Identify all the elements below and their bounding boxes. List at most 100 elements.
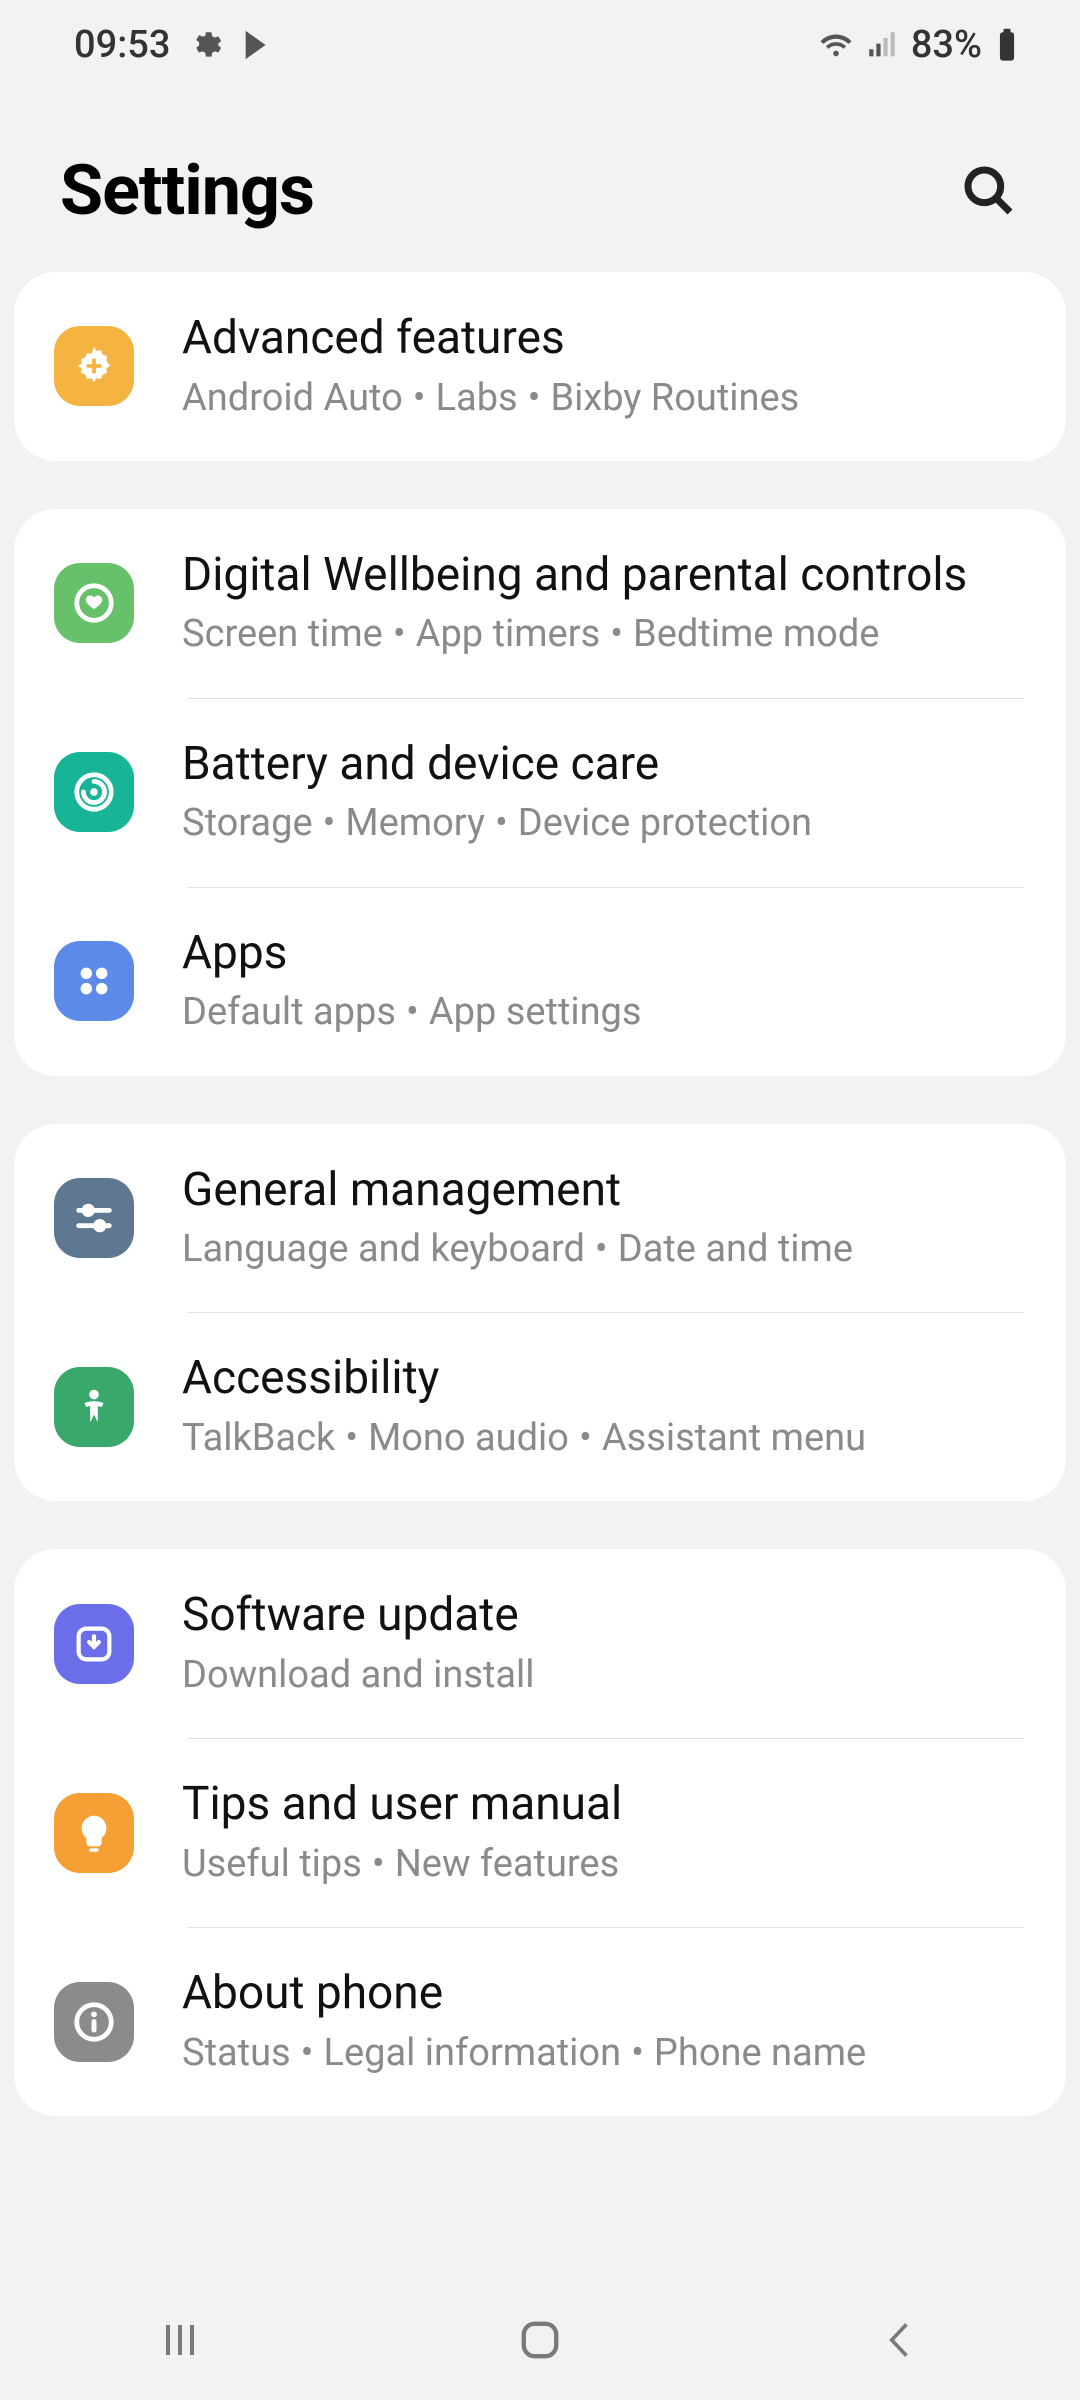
row-text: Advanced featuresAndroid Auto•Labs•Bixby… — [182, 310, 1026, 423]
row-text: Battery and device careStorage•Memory•De… — [182, 736, 1026, 849]
row-subtitle-item: Date and time — [618, 1227, 853, 1271]
row-subtitle-item: Status — [182, 2031, 291, 2075]
battery-percent: 83% — [911, 23, 982, 67]
row-text: Tips and user manual Useful tips•New feat… — [182, 1776, 1026, 1889]
row-title: Apps — [182, 925, 1026, 983]
separator-dot: • — [393, 610, 406, 659]
settings-row-about-phone[interactable]: About phoneStatus•Legal information•Phon… — [14, 1927, 1066, 2116]
row-subtitle-item: Assistant menu — [602, 1416, 866, 1460]
row-text: AccessibilityTalkBack•Mono audio•Assista… — [182, 1350, 1026, 1463]
row-subtitle: Screen time•App timers•Bedtime mode — [182, 610, 1026, 659]
settings-row-accessibility[interactable]: AccessibilityTalkBack•Mono audio•Assista… — [14, 1312, 1066, 1501]
care-icon — [54, 752, 134, 832]
row-subtitle: Default apps•App settings — [182, 988, 1026, 1037]
search-button[interactable] — [958, 160, 1020, 222]
settings-row-device-care[interactable]: Battery and device careStorage•Memory•De… — [14, 698, 1066, 887]
row-subtitle: Useful tips•New features — [182, 1840, 1026, 1889]
row-subtitle: TalkBack•Mono audio•Assistant menu — [182, 1414, 1026, 1463]
status-bar: 09:53 83% — [0, 0, 1080, 90]
signal-icon — [865, 28, 899, 62]
settings-row-apps[interactable]: Apps Default apps•App settings — [14, 887, 1066, 1076]
row-subtitle: Android Auto•Labs•Bixby Routines — [182, 374, 1026, 423]
row-text: Software update Download and install — [182, 1587, 1026, 1700]
row-subtitle-item: Default apps — [182, 990, 396, 1034]
bulb-icon — [54, 1793, 134, 1873]
row-text: Apps Default apps•App settings — [182, 925, 1026, 1038]
apps-icon — [54, 941, 134, 1021]
row-title: Tips and user manual — [182, 1776, 1026, 1834]
row-subtitle-item: Device protection — [518, 801, 812, 845]
separator-dot: • — [631, 2029, 644, 2078]
recents-button[interactable] — [100, 2300, 260, 2380]
row-subtitle-item: Bedtime mode — [633, 612, 879, 656]
row-title: About phone — [182, 1965, 1026, 2023]
separator-dot: • — [528, 374, 541, 423]
row-subtitle-item: Mono audio — [368, 1416, 569, 1460]
row-subtitle-item: New features — [395, 1842, 620, 1886]
wifi-icon — [819, 28, 853, 62]
update-icon — [54, 1604, 134, 1684]
settings-row-software-update[interactable]: Software update Download and install — [14, 1549, 1066, 1738]
wellbeing-icon — [54, 563, 134, 643]
navigation-bar — [0, 2280, 1080, 2400]
person-icon — [54, 1367, 134, 1447]
row-subtitle-item: Useful tips — [182, 1842, 362, 1886]
settings-group: Advanced featuresAndroid Auto•Labs•Bixby… — [14, 272, 1066, 461]
separator-dot: • — [323, 799, 336, 848]
settings-row-digital-wellbeing[interactable]: Digital Wellbeing and parental controls S… — [14, 509, 1066, 698]
separator-dot: • — [406, 988, 419, 1037]
row-subtitle-item: Legal information — [323, 2031, 621, 2075]
row-subtitle: Status•Legal information•Phone name — [182, 2029, 1026, 2078]
row-text: About phoneStatus•Legal information•Phon… — [182, 1965, 1026, 2078]
settings-row-general-management[interactable]: General management Language and keyboard•… — [14, 1124, 1066, 1313]
row-subtitle-item: Android Auto — [182, 376, 403, 420]
row-subtitle: Storage•Memory•Device protection — [182, 799, 1026, 848]
row-text: Digital Wellbeing and parental controls S… — [182, 547, 1026, 660]
back-button[interactable] — [820, 2300, 980, 2380]
row-subtitle-item: Memory — [345, 801, 485, 845]
settings-row-tips[interactable]: Tips and user manual Useful tips•New feat… — [14, 1738, 1066, 1927]
row-text: General management Language and keyboard•… — [182, 1162, 1026, 1275]
settings-header: Settings — [0, 90, 1080, 272]
search-icon — [961, 163, 1017, 219]
gear-icon — [188, 28, 222, 62]
separator-dot: • — [579, 1414, 592, 1463]
row-title: Battery and device care — [182, 736, 1026, 794]
battery-icon — [994, 28, 1020, 62]
row-subtitle-item: Language and keyboard — [182, 1227, 585, 1271]
separator-dot: • — [372, 1840, 385, 1889]
separator-dot: • — [495, 799, 508, 848]
settings-group: Digital Wellbeing and parental controls S… — [14, 509, 1066, 1076]
settings-group: General managementLanguage and keyboard•… — [14, 1124, 1066, 1502]
row-subtitle-item: TalkBack — [182, 1416, 335, 1460]
row-subtitle: Language and keyboard•Date and time — [182, 1225, 1026, 1274]
settings-list[interactable]: Advanced featuresAndroid Auto•Labs•Bixby… — [0, 272, 1080, 2280]
info-icon — [54, 1982, 134, 2062]
row-subtitle-item: Bixby Routines — [551, 376, 800, 420]
row-subtitle: Download and install — [182, 1651, 1026, 1700]
home-button[interactable] — [460, 2300, 620, 2380]
row-title: Advanced features — [182, 310, 1026, 368]
settings-row-advanced-features[interactable]: Advanced featuresAndroid Auto•Labs•Bixby… — [14, 272, 1066, 461]
settings-group: Software update Download and install Tips … — [14, 1549, 1066, 2116]
row-subtitle-item: Labs — [436, 376, 518, 420]
row-title: Software update — [182, 1587, 1026, 1645]
separator-dot: • — [413, 374, 426, 423]
row-subtitle-item: App timers — [416, 612, 601, 656]
row-subtitle-item: Storage — [182, 801, 313, 845]
separator-dot: • — [595, 1225, 608, 1274]
row-subtitle-item: Screen time — [182, 612, 383, 656]
sliders-icon — [54, 1178, 134, 1258]
row-subtitle-item: App settings — [429, 990, 642, 1034]
page-title: Settings — [60, 150, 314, 232]
separator-dot: • — [610, 610, 623, 659]
row-title: Digital Wellbeing and parental controls — [182, 547, 1026, 605]
separator-dot: • — [345, 1414, 358, 1463]
row-title: General management — [182, 1162, 1026, 1220]
status-time: 09:53 — [74, 23, 170, 67]
separator-dot: • — [301, 2029, 314, 2078]
play-store-icon — [240, 28, 274, 62]
plus-gear-icon — [54, 326, 134, 406]
row-subtitle-item: Download and install — [182, 1653, 535, 1697]
row-subtitle-item: Phone name — [654, 2031, 866, 2075]
